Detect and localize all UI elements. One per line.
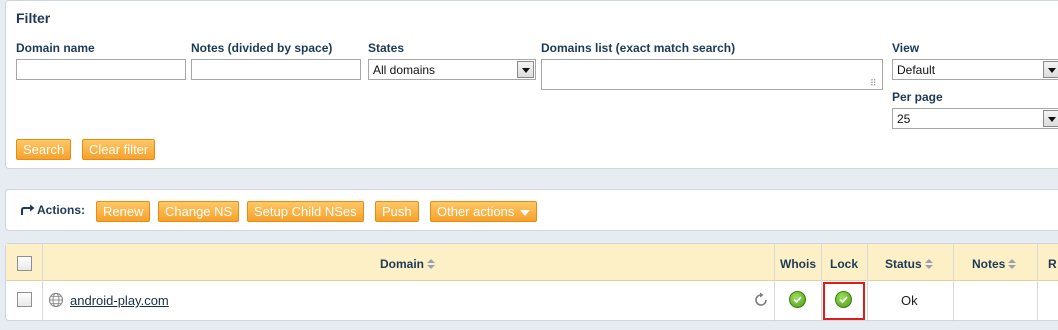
view-select[interactable]: Default [892, 59, 1058, 80]
per-page-selected-value: 25 [897, 112, 911, 126]
clear-filter-button[interactable]: Clear filter [82, 139, 156, 160]
domain-name-input[interactable] [16, 59, 186, 80]
push-button[interactable]: Push [375, 201, 419, 222]
per-page-label: Per page [892, 90, 943, 104]
whois-ok-icon [789, 291, 806, 308]
column-header-lock: Lock [830, 257, 859, 271]
column-header-r[interactable]: R [1048, 257, 1057, 271]
column-header-domain[interactable]: Domain [380, 257, 436, 271]
notes-label: Notes (divided by space) [191, 41, 333, 55]
caret-down-icon [520, 209, 531, 216]
column-header-status[interactable]: Status [885, 257, 933, 271]
view-label: View [892, 41, 920, 55]
states-label: States [368, 41, 405, 55]
other-actions-label: Other actions [437, 204, 515, 219]
actions-label: Actions: [21, 203, 85, 217]
domain-name-label: Domain name [16, 41, 95, 55]
lock-ok-icon[interactable] [835, 291, 852, 308]
domains-table: Domain Whois Lock Status Notes R android… [5, 243, 1058, 322]
notes-input[interactable] [191, 59, 361, 80]
per-page-select[interactable]: 25 [892, 108, 1058, 129]
sort-icon [1008, 259, 1017, 269]
domain-link[interactable]: android-play.com [70, 293, 169, 308]
globe-icon [48, 292, 64, 308]
domains-list-textarea[interactable]: ⠿ [541, 59, 883, 90]
actions-label-text: Actions: [37, 203, 85, 217]
forward-arrow-icon [21, 204, 35, 215]
change-ns-button[interactable]: Change NS [158, 201, 240, 222]
column-header-notes[interactable]: Notes [972, 257, 1017, 271]
other-actions-button[interactable]: Other actions [430, 201, 538, 222]
renew-button[interactable]: Renew [96, 201, 151, 222]
states-select[interactable]: All domains [368, 59, 536, 80]
select-all-checkbox[interactable] [17, 256, 32, 271]
sort-icon [924, 259, 933, 269]
refresh-icon[interactable] [753, 292, 769, 308]
domains-list-label: Domains list (exact match search) [541, 41, 736, 55]
search-button[interactable]: Search [16, 139, 72, 160]
chevron-down-icon[interactable] [1043, 110, 1058, 127]
chevron-down-icon[interactable] [517, 61, 534, 78]
row-checkbox[interactable] [17, 292, 32, 307]
view-selected-value: Default [897, 63, 936, 77]
sort-icon [427, 259, 436, 269]
status-text: Ok [901, 293, 918, 308]
actions-panel: Actions: Renew Change NS Setup Child NSe… [5, 189, 1058, 231]
setup-child-nses-button[interactable]: Setup Child NSes [247, 201, 364, 222]
resize-grip-icon[interactable]: ⠿ [870, 78, 880, 88]
filter-panel: Filter Domain name Notes (divided by spa… [5, 0, 1058, 169]
chevron-down-icon[interactable] [1043, 61, 1058, 78]
states-selected-value: All domains [373, 63, 436, 77]
filter-title: Filter [16, 10, 51, 26]
column-header-whois: Whois [780, 257, 816, 271]
